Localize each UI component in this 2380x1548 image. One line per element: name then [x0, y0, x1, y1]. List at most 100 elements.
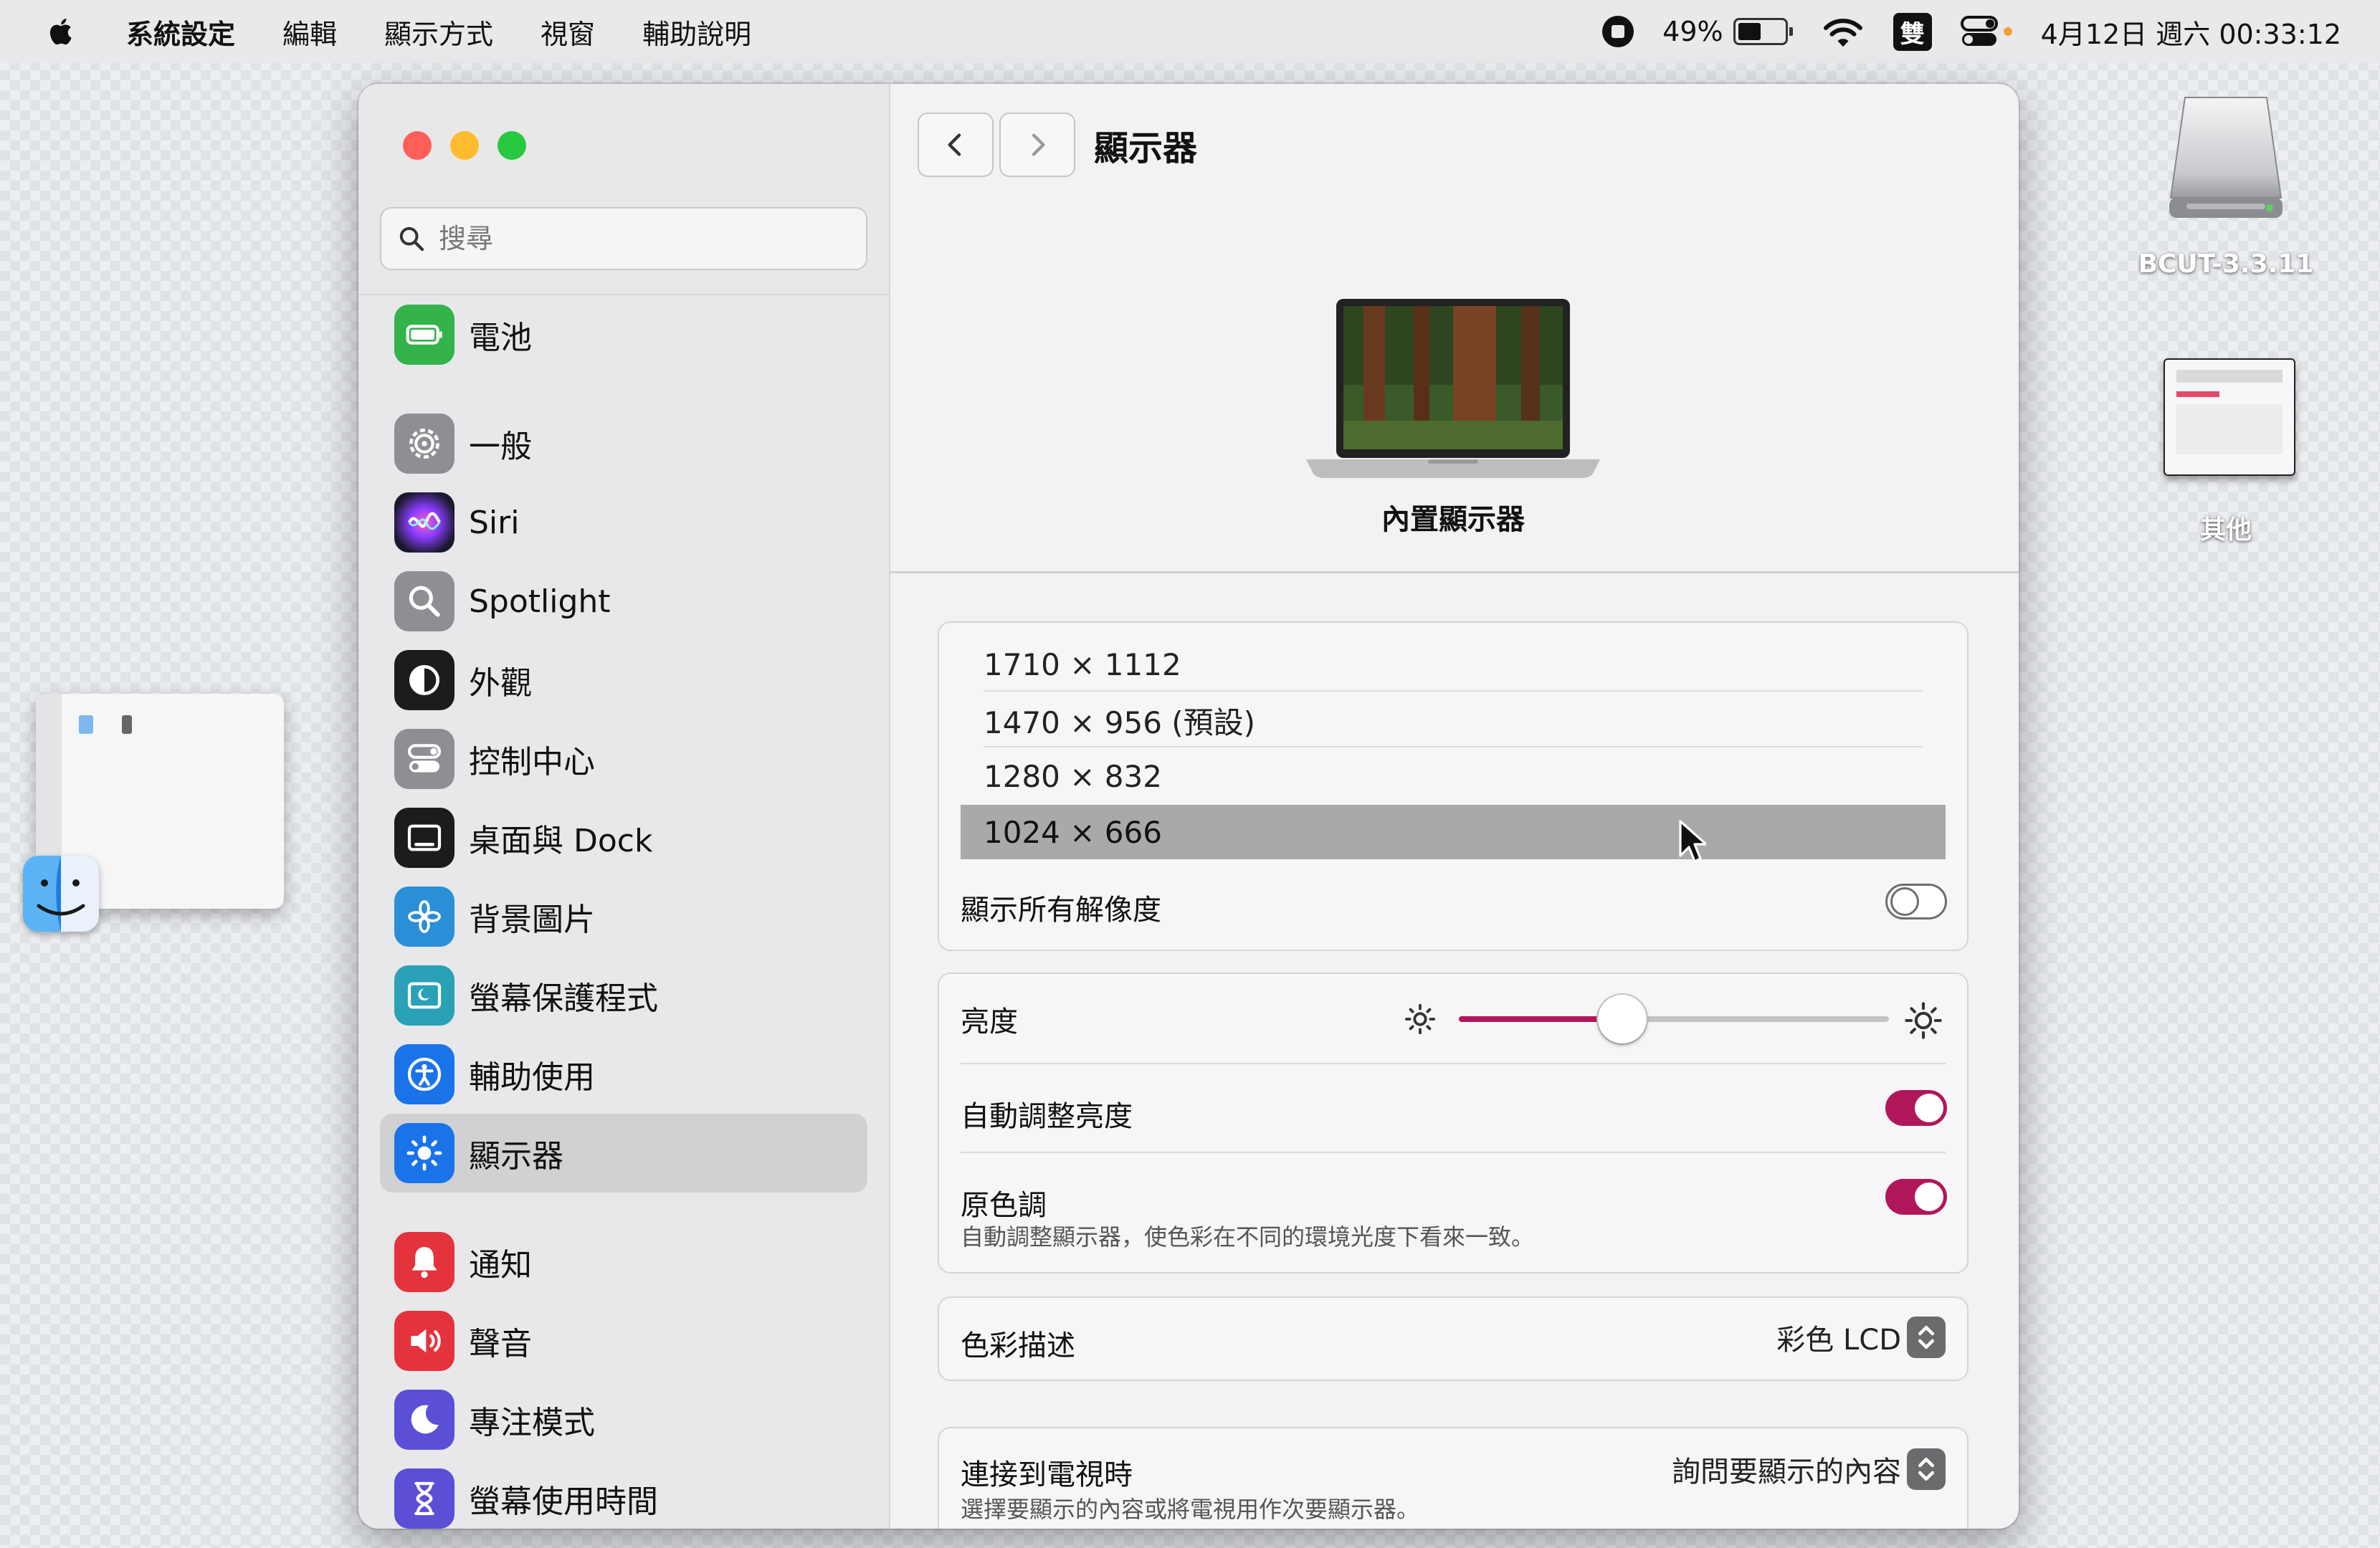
brightness-card: 亮度 自動調整亮度 原色調 自動調整顯示器，使色彩在不同的環境光度下看來一致。	[938, 973, 1969, 1274]
sidebar-item-label: 控制中心	[469, 744, 595, 780]
resolution-option-selected[interactable]: 1024 × 666	[961, 805, 1946, 859]
status-area: 49% 雙 4月12日 週六 00:33:12	[1574, 0, 2341, 63]
sidebar-item-appearance[interactable]: 外觀	[380, 641, 867, 720]
brightness-slider[interactable]	[1459, 995, 1889, 1043]
sidebar-item-label: 螢幕使用時間	[469, 1484, 658, 1520]
menu-view[interactable]: 顯示方式	[384, 12, 493, 52]
wallpaper-icon	[394, 887, 454, 947]
control-center-menu-icon[interactable]	[1960, 16, 2012, 47]
sidebar-item-label: 外觀	[469, 665, 532, 702]
search-input[interactable]	[437, 222, 842, 255]
menubar-clock[interactable]: 4月12日 週六 00:33:12	[2041, 12, 2341, 52]
sound-icon	[394, 1311, 454, 1371]
sidebar-item-desktop-dock[interactable]: 桌面與 Dock	[380, 798, 867, 877]
search-icon	[399, 226, 424, 252]
sidebar-search[interactable]	[380, 207, 867, 270]
sidebar-item-general[interactable]: 一般	[380, 404, 867, 483]
auto-brightness-toggle[interactable]	[1885, 1090, 1947, 1126]
sidebar-item-label: 顯示器	[469, 1138, 563, 1175]
forward-button[interactable]	[999, 113, 1075, 177]
sidebar-item-label: Siri	[469, 504, 520, 541]
sidebar-item-focus[interactable]: 專注模式	[380, 1380, 867, 1459]
sidebar-item-label: 背景圖片	[469, 902, 595, 938]
menu-help[interactable]: 輔助說明	[642, 12, 751, 52]
sidebar-item-sound[interactable]: 聲音	[380, 1301, 867, 1380]
folder-thumbnail-icon[interactable]	[2164, 358, 2295, 476]
finder-icon[interactable]	[23, 856, 99, 932]
color-profile-value: 彩色 LCD	[1776, 1324, 1901, 1357]
menu-window[interactable]: 視窗	[541, 12, 595, 52]
apple-icon[interactable]	[44, 14, 79, 49]
notifications-icon	[394, 1232, 454, 1292]
sidebar-item-notifications[interactable]: 通知	[380, 1223, 867, 1301]
appearance-icon	[394, 650, 454, 710]
popup-stepper-icon	[1907, 1448, 1946, 1490]
sidebar-item-control-center[interactable]: 控制中心	[380, 720, 867, 798]
zoom-button[interactable]	[498, 131, 526, 160]
sidebar-item-screensaver[interactable]: 螢幕保護程式	[380, 956, 867, 1035]
menu-edit[interactable]: 編輯	[282, 12, 337, 52]
sidebar-item-siri[interactable]: Siri	[380, 483, 867, 562]
auto-brightness-label: 自動調整亮度	[961, 1100, 1133, 1133]
resolution-label: 1024 × 666	[984, 814, 1162, 850]
battery-status[interactable]: 49%	[1662, 16, 1793, 47]
sidebar-item-screen-time[interactable]: 螢幕使用時間	[380, 1459, 867, 1529]
screen-time-icon	[394, 1468, 454, 1529]
sidebar-item-label: 輔助使用	[469, 1059, 595, 1096]
close-button[interactable]	[403, 131, 432, 160]
screensaver-icon	[394, 965, 454, 1026]
sidebar-item-label: 螢幕保護程式	[469, 980, 658, 1017]
color-profile-card: 色彩描述 彩色 LCD	[938, 1296, 1969, 1381]
brightness-slider-thumb[interactable]	[1598, 995, 1647, 1043]
battery-icon	[1733, 18, 1788, 45]
sun-large-icon	[1905, 1002, 1942, 1039]
control-center-icon	[394, 729, 454, 789]
chevron-left-icon	[948, 133, 961, 156]
gear-icon	[394, 414, 454, 474]
true-tone-toggle[interactable]	[1885, 1179, 1947, 1215]
sidebar-item-label: 電池	[469, 320, 532, 356]
sidebar-item-accessibility[interactable]: 輔助使用	[380, 1035, 867, 1114]
sidebar-item-label: 桌面與 Dock	[469, 823, 653, 859]
back-button[interactable]	[918, 113, 994, 177]
sidebar-item-label: 專注模式	[469, 1405, 595, 1441]
accessibility-icon	[394, 1044, 454, 1104]
displays-icon	[394, 1123, 454, 1183]
brightness-label: 亮度	[961, 1005, 1018, 1038]
screen-record-icon[interactable]	[1602, 16, 1634, 47]
color-profile-label: 色彩描述	[961, 1329, 1075, 1362]
system-settings-window: 電池 一般 Siri Spotlight 外觀	[358, 84, 2019, 1529]
mouse-cursor-icon	[1679, 820, 1706, 863]
sidebar-item-spotlight[interactable]: Spotlight	[380, 562, 867, 641]
show-all-resolutions-toggle[interactable]	[1885, 884, 1947, 919]
sidebar-item-label: 聲音	[469, 1326, 532, 1362]
sidebar-item-wallpaper[interactable]: 背景圖片	[380, 877, 867, 956]
external-drive-icon[interactable]	[2158, 90, 2294, 226]
input-method-indicator[interactable]: 雙	[1893, 12, 1932, 51]
minimize-button[interactable]	[450, 131, 479, 160]
desktop-dock-icon	[394, 808, 454, 868]
resolution-option[interactable]: 1280 × 832	[961, 749, 1946, 803]
battery-percent: 49%	[1662, 16, 1723, 47]
tv-connection-label: 連接到電視時	[961, 1458, 1133, 1491]
other-folder-label[interactable]: 其他	[2158, 509, 2294, 546]
drive-label[interactable]: BCUT-3.3.11	[2115, 249, 2337, 279]
menu-bar: 系統設定 編輯 顯示方式 視窗 輔助說明 49% 雙 4月12日 週六 00:3…	[0, 0, 2380, 63]
battery-icon	[394, 305, 454, 365]
page-title: 顯示器	[1094, 128, 1198, 168]
tv-connection-description: 選擇要顯示的內容或將電視用作次要顯示器。	[961, 1496, 1420, 1523]
tv-connection-popup[interactable]: 詢問要顯示的內容	[1672, 1448, 1946, 1490]
spotlight-icon	[394, 571, 454, 631]
sidebar-item-label: 一般	[469, 429, 532, 465]
wifi-icon[interactable]	[1822, 15, 1865, 48]
menu-app-name[interactable]: 系統設定	[126, 12, 235, 52]
chevron-right-icon	[1032, 133, 1045, 156]
laptop-display-icon[interactable]	[1306, 299, 1600, 478]
resolution-option[interactable]: 1470 × 956 (預設)	[961, 693, 1946, 747]
color-profile-popup[interactable]: 彩色 LCD	[1776, 1317, 1946, 1358]
sidebar-item-battery[interactable]: 電池	[380, 295, 867, 374]
resolution-option[interactable]: 1710 × 1112	[961, 637, 1946, 692]
resolution-card: 1710 × 1112 1470 × 956 (預設) 1280 × 832 1…	[938, 621, 1969, 951]
sidebar-item-displays[interactable]: 顯示器	[380, 1114, 867, 1193]
resolution-label: 1710 × 1112	[984, 646, 1181, 682]
